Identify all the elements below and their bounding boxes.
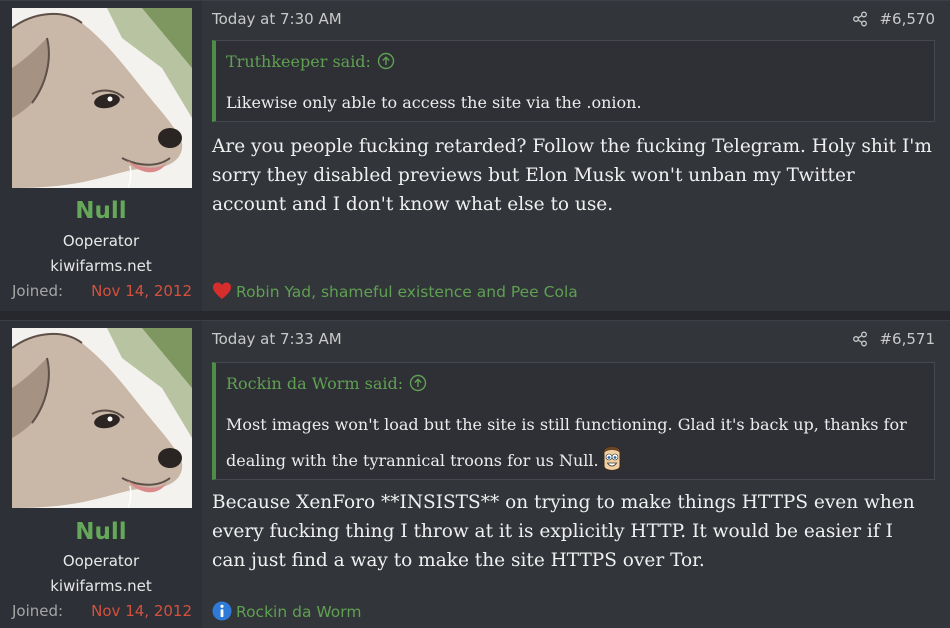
user-title: Ooperator [62,232,140,250]
joined-label: Joined: [12,282,64,300]
quote-block: Rockin da Worm said: Most images won't l… [212,362,935,480]
post-6570: Null Ooperator kiwifarms.net Joined: Nov… [0,0,950,311]
quote-attribution[interactable]: Rockin da Worm said: [226,374,427,393]
user-cell: Null Ooperator kiwifarms.net Joined: Nov… [0,1,202,311]
reactions-bar[interactable]: Rockin da Worm [212,601,361,621]
quote-author[interactable]: Rockin da Worm said: [226,374,403,393]
joined-label: Joined: [12,602,64,620]
smiley-face-icon [603,446,621,471]
post-message: Are you people fucking retarded? Follow … [212,136,932,215]
post-timestamp[interactable]: Today at 7:33 AM [212,330,342,348]
user-banner: kiwifarms.net [50,257,152,275]
user-title: Ooperator [62,552,140,570]
joined-date: Nov 14, 2012 [91,602,192,620]
quote-block: Truthkeeper said: Likewise only able to … [212,40,935,122]
informative-icon [212,601,232,621]
post-number[interactable]: #6,570 [879,10,935,28]
heart-icon [213,282,231,299]
post-body: Today at 7:30 AM #6,570 Truthkeeper said… [202,1,950,311]
post-timestamp[interactable]: Today at 7:30 AM [212,10,342,28]
username[interactable]: Null [0,198,202,224]
quote-text-content: Most images won't load but the site is s… [226,415,907,470]
quote-text: Most images won't load but the site is s… [226,407,924,478]
avatar[interactable] [12,8,192,188]
post-message: Because XenForo **INSISTS** on trying to… [212,492,915,571]
quote-text: Likewise only able to access the site vi… [226,93,642,112]
reactions-list[interactable]: Rockin da Worm [236,603,361,621]
quote-author[interactable]: Truthkeeper said: [226,52,371,71]
share-icon[interactable] [852,11,868,27]
quote-attribution[interactable]: Truthkeeper said: [226,52,395,71]
reactions-bar[interactable]: Robin Yad, shameful existence and Pee Co… [212,281,578,301]
share-icon[interactable] [852,331,868,347]
avatar[interactable] [12,328,192,508]
jump-to-quote-icon[interactable] [377,52,395,70]
jump-to-quote-icon[interactable] [409,374,427,392]
user-banner: kiwifarms.net [50,577,152,595]
user-cell: Null Ooperator kiwifarms.net Joined: Nov… [0,321,202,628]
post-number[interactable]: #6,571 [879,330,935,348]
joined-date: Nov 14, 2012 [91,282,192,300]
reactions-list[interactable]: Robin Yad, shameful existence and Pee Co… [236,283,578,301]
post-6571: Null Ooperator kiwifarms.net Joined: Nov… [0,320,950,628]
post-body: Today at 7:33 AM #6,571 Rockin da Worm s… [202,321,950,628]
username[interactable]: Null [0,519,202,545]
